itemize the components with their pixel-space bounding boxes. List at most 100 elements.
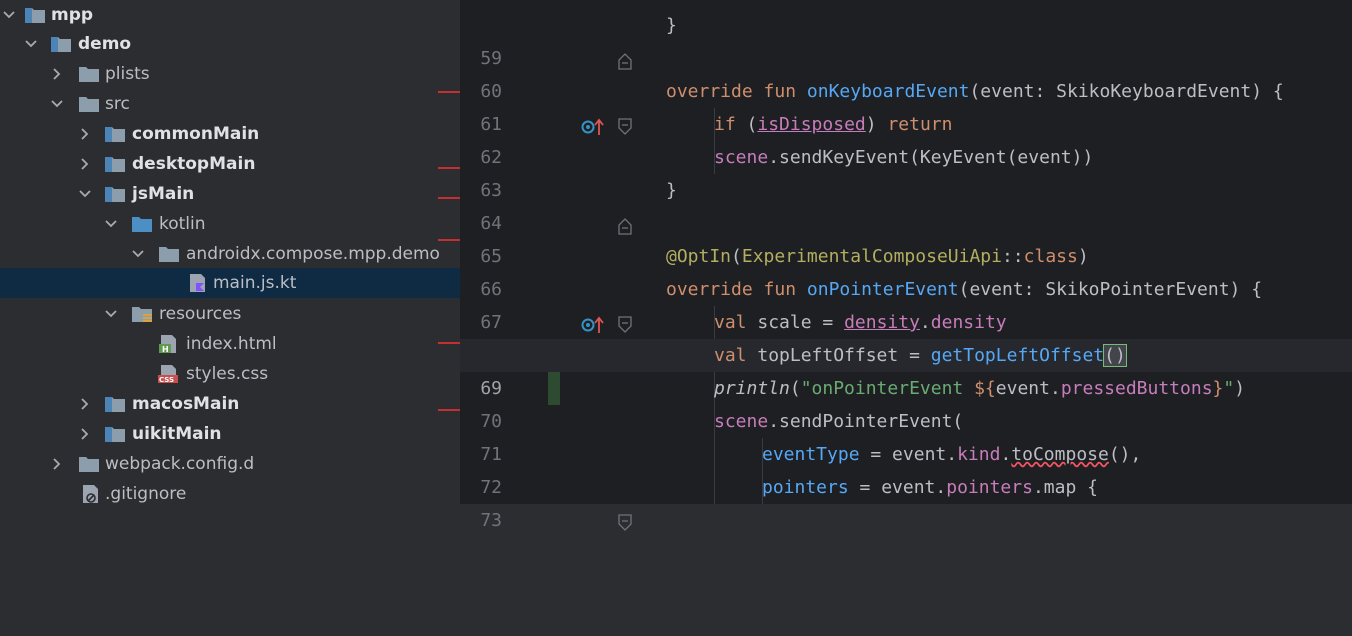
code-line[interactable]: 67 override fun onPointerEvent(event: Sk… xyxy=(460,273,1352,333)
tree-item-jsmain[interactable]: jsMain xyxy=(0,179,460,209)
chevron-down-icon[interactable] xyxy=(104,299,118,329)
fold-start-icon[interactable] xyxy=(552,478,632,531)
tree-item-mpp[interactable]: mpp xyxy=(0,0,460,30)
css-file-icon: CSS xyxy=(158,364,180,384)
vcs-change-marker xyxy=(438,239,460,241)
fold-end-icon[interactable] xyxy=(552,16,632,70)
tree-item-gitignore[interactable]: .gitignore xyxy=(0,479,460,504)
module-folder-icon xyxy=(50,34,72,54)
vcs-change-marker xyxy=(438,167,460,169)
fold-end-icon[interactable] xyxy=(552,181,632,235)
tree-item-plists[interactable]: plists xyxy=(0,59,460,89)
tree-item-index-html[interactable]: H index.html xyxy=(0,329,460,359)
tree-item-label: commonMain xyxy=(132,124,260,144)
tree-item-styles-css[interactable]: CSS styles.css xyxy=(0,359,460,389)
code-text: println("onPointerEvent ${event.pressedB… xyxy=(714,378,1246,399)
line-number: 73 xyxy=(480,510,502,531)
code-text: } xyxy=(666,180,677,201)
kotlin-file-icon xyxy=(187,273,209,293)
code-line[interactable]: 73 pointers = event.pointers.map { xyxy=(460,471,1352,531)
code-text: val topLeftOffset = getTopLeftOffset() xyxy=(714,344,1127,367)
module-folder-icon xyxy=(104,124,126,144)
code-line[interactable]: 71 scene.sendPointerEvent( xyxy=(460,405,1352,465)
tree-item-resources[interactable]: resources xyxy=(0,299,460,329)
chevron-right-icon[interactable] xyxy=(78,119,92,149)
tree-item-webpack-config-d[interactable]: webpack.config.d xyxy=(0,449,460,479)
project-tree: mpp demo plists src commonMain desktopMa… xyxy=(0,0,460,504)
tree-item-label: index.html xyxy=(186,334,277,354)
tree-item-macosmain[interactable]: macosMain xyxy=(0,389,460,419)
code-text: } xyxy=(666,15,677,36)
overrides-method-icon[interactable] xyxy=(516,280,604,333)
code-line[interactable]: 64 } xyxy=(460,174,1352,235)
svg-text:H: H xyxy=(162,345,169,354)
chevron-down-icon[interactable] xyxy=(50,89,64,119)
chevron-right-icon[interactable] xyxy=(78,419,92,449)
tree-item-label: src xyxy=(105,94,130,114)
fold-start-icon[interactable] xyxy=(552,280,632,333)
tree-item-uikitmain[interactable]: uikitMain xyxy=(0,419,460,449)
code-line[interactable]: 62 if (isDisposed) return xyxy=(460,108,1352,168)
fold-start-icon[interactable] xyxy=(552,82,632,135)
vcs-change-marker xyxy=(438,197,460,199)
tree-item-demo[interactable]: demo xyxy=(0,29,460,59)
code-line[interactable]: 68 val scale = density.density xyxy=(460,306,1352,366)
code-line[interactable]: 60 xyxy=(460,42,1352,102)
vcs-change-marker xyxy=(438,409,460,411)
source-folder-icon xyxy=(131,214,153,234)
chevron-down-icon[interactable] xyxy=(78,179,92,209)
code-line[interactable]: 63 scene.sendKeyEvent(KeyEvent(event)) xyxy=(460,141,1352,201)
html-file-icon: H xyxy=(158,334,180,354)
tree-item-label: jsMain xyxy=(132,184,195,204)
tree-item-main-js-kt[interactable]: main.js.kt xyxy=(0,268,460,298)
chevron-right-icon[interactable] xyxy=(50,449,64,479)
module-folder-icon xyxy=(104,424,126,444)
folder-icon xyxy=(78,64,100,84)
code-line[interactable]: 72 eventType = event.kind.toCompose(), xyxy=(460,438,1352,498)
chevron-right-icon[interactable] xyxy=(78,389,92,419)
tree-item-label: uikitMain xyxy=(132,424,222,444)
chevron-down-icon[interactable] xyxy=(2,0,16,30)
tree-item-label: desktopMain xyxy=(132,154,256,174)
folder-icon xyxy=(78,94,100,114)
tree-item-label: webpack.config.d xyxy=(105,454,255,474)
code-line[interactable]: 65 xyxy=(460,207,1352,267)
tree-item-label: androidx.compose.mpp.demo xyxy=(186,244,440,264)
chevron-right-icon[interactable] xyxy=(78,149,92,179)
chevron-down-icon[interactable] xyxy=(104,209,118,239)
svg-text:CSS: CSS xyxy=(159,376,174,384)
tree-item-label: .gitignore xyxy=(105,484,187,504)
code-text: scene.sendPointerEvent( xyxy=(714,411,964,432)
code-text: scene.sendKeyEvent(KeyEvent(event)) xyxy=(714,147,1094,168)
code-text: override fun onPointerEvent(event: Skiko… xyxy=(666,279,1263,300)
module-folder-icon xyxy=(104,394,126,414)
code-text: if (isDisposed) return xyxy=(714,114,953,135)
code-line[interactable]: 59 } xyxy=(460,9,1352,70)
code-editor[interactable]: 59 } 60 61 override fun onKeyboardEvent(… xyxy=(460,0,1352,531)
tree-item-desktopmain[interactable]: desktopMain xyxy=(0,149,460,179)
tree-item-label: resources xyxy=(159,304,242,324)
code-text: pointers = event.pointers.map { xyxy=(762,477,1098,498)
code-line[interactable]: 66 @OptIn(ExperimentalComposeUiApi::clas… xyxy=(460,240,1352,300)
tree-item-src[interactable]: src xyxy=(0,89,460,119)
ignore-file-icon xyxy=(80,484,102,504)
chevron-down-icon[interactable] xyxy=(131,239,145,269)
tree-item-commonmain[interactable]: commonMain xyxy=(0,119,460,149)
tree-item-package[interactable]: androidx.compose.mpp.demo xyxy=(0,239,460,269)
code-line-current[interactable]: 69 val topLeftOffset = getTopLeftOffset(… xyxy=(460,339,1352,399)
tree-item-kotlin[interactable]: kotlin xyxy=(0,209,460,239)
vcs-change-marker xyxy=(438,342,460,344)
chevron-right-icon[interactable] xyxy=(50,59,64,89)
tree-item-label: mpp xyxy=(51,5,94,25)
code-text: override fun onKeyboardEvent(event: Skik… xyxy=(666,81,1284,102)
folder-icon xyxy=(78,454,100,474)
code-line[interactable]: 61 override fun onKeyboardEvent(event: S… xyxy=(460,75,1352,135)
overrides-method-icon[interactable] xyxy=(516,82,604,135)
package-folder-icon xyxy=(158,244,180,264)
module-folder-icon xyxy=(104,184,126,204)
code-line[interactable]: 70 println("onPointerEvent ${event.press… xyxy=(460,372,1352,432)
tree-item-label: styles.css xyxy=(186,364,269,384)
tree-item-label: demo xyxy=(78,34,132,54)
chevron-down-icon[interactable] xyxy=(24,29,38,59)
tree-item-label: kotlin xyxy=(159,214,206,234)
